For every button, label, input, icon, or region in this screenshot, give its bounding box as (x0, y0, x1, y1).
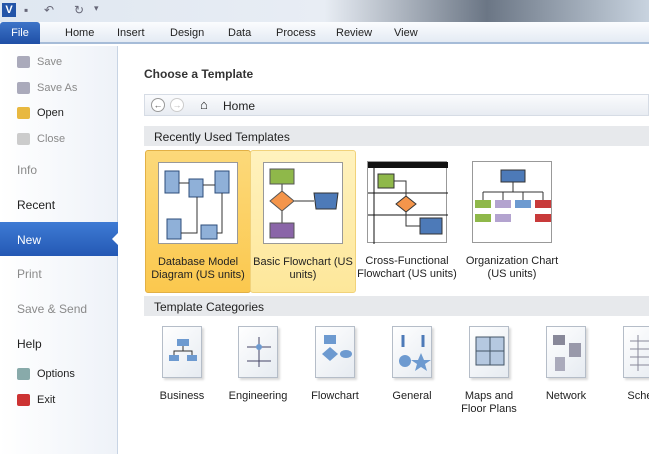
tab-view[interactable]: View (394, 27, 418, 39)
page-title: Choose a Template (144, 67, 254, 81)
recent-item[interactable]: Recent (17, 198, 55, 212)
maps-icon (469, 326, 509, 378)
template-panel: Choose a Template ← → ⌂ Home Recently Us… (119, 46, 649, 454)
template-nav-bar: ← → ⌂ Home (144, 94, 649, 116)
exit-label: Exit (37, 394, 56, 406)
backstage-sidebar: Save Save As Open Close Info Recent New … (0, 46, 119, 454)
title-bar: V ▪ ↶ ↻ ▾ (0, 0, 649, 22)
schedule-icon (623, 326, 649, 378)
new-item[interactable]: New (0, 222, 119, 256)
options-item[interactable]: Options (17, 368, 75, 380)
category-label: General (392, 390, 432, 402)
tab-home[interactable]: Home (65, 27, 94, 39)
save-item[interactable]: Save (17, 56, 63, 68)
recent-templates-header: Recently Used Templates (144, 126, 649, 146)
save-label: Save (37, 56, 63, 68)
category-label: Flowchart (311, 390, 359, 402)
close-item[interactable]: Close (17, 133, 66, 145)
category-engineering[interactable]: Engineering (220, 326, 296, 403)
close-label: Close (37, 133, 66, 145)
category-label: Network (545, 390, 587, 402)
visio-logo-icon: V (2, 3, 16, 17)
tab-process[interactable]: Process (276, 27, 316, 39)
ribbon-tabs: File Home Insert Design Data Process Rev… (0, 22, 649, 44)
cross-functional-thumbnail (367, 161, 448, 244)
tab-review[interactable]: Review (336, 27, 372, 39)
category-label: Sched (627, 390, 649, 402)
template-categories-header: Template Categories (144, 296, 649, 316)
exit-icon (17, 394, 30, 406)
save-send-item[interactable]: Save & Send (17, 302, 87, 316)
engineering-icon (238, 326, 278, 378)
category-schedule[interactable]: Sched (605, 326, 649, 403)
info-item[interactable]: Info (17, 163, 37, 177)
category-general[interactable]: General (374, 326, 450, 403)
org-chart-thumbnail (472, 161, 552, 243)
help-item[interactable]: Help (17, 337, 42, 351)
template-label: Cross-Functional Flowchart (US units) (357, 255, 457, 280)
print-item[interactable]: Print (17, 267, 42, 281)
options-label: Options (37, 368, 75, 380)
home-icon[interactable]: ⌂ (200, 97, 208, 112)
customize-toolbar-icon[interactable]: ▾ (94, 3, 108, 17)
template-basic-flowchart[interactable]: Basic Flowchart (US units) (250, 150, 356, 293)
category-network[interactable]: Network (528, 326, 604, 403)
template-label: Organization Chart (US units) (465, 255, 559, 280)
basic-flowchart-thumbnail (263, 162, 343, 244)
undo-icon[interactable]: ↶ (44, 3, 58, 17)
category-business[interactable]: Business (144, 326, 220, 403)
tab-data[interactable]: Data (228, 27, 251, 39)
close-file-icon (17, 133, 30, 145)
network-icon (546, 326, 586, 378)
folder-icon (17, 107, 30, 119)
category-label: Maps and Floor Plans (461, 390, 517, 415)
tab-design[interactable]: Design (170, 27, 204, 39)
tab-file[interactable]: File (0, 22, 40, 44)
category-maps-floor-plans[interactable]: Maps and Floor Plans (451, 326, 527, 416)
general-icon (392, 326, 432, 378)
save-as-item[interactable]: Save As (17, 82, 78, 94)
category-label: Business (159, 390, 205, 402)
template-database-model[interactable]: Database Model Diagram (US units) (145, 150, 251, 293)
save-as-icon (17, 82, 30, 94)
save-as-label: Save As (37, 82, 78, 94)
template-organization-chart[interactable]: Organization Chart (US units) (460, 150, 566, 293)
open-label: Open (37, 107, 64, 119)
category-flowchart[interactable]: Flowchart (297, 326, 373, 403)
business-icon (162, 326, 202, 378)
database-model-thumbnail (158, 162, 238, 244)
exit-item[interactable]: Exit (17, 394, 56, 406)
open-item[interactable]: Open (17, 107, 64, 119)
flowchart-icon (315, 326, 355, 378)
template-label: Basic Flowchart (US units) (253, 256, 353, 281)
redo-icon[interactable]: ↻ (74, 3, 88, 17)
tab-insert[interactable]: Insert (117, 27, 145, 39)
back-arrow-icon[interactable]: ← (151, 98, 165, 112)
forward-arrow-icon[interactable]: → (170, 98, 184, 112)
category-label: Engineering (228, 390, 288, 402)
save-icon[interactable]: ▪ (24, 3, 38, 17)
template-cross-functional-flowchart[interactable]: Cross-Functional Flowchart (US units) (355, 150, 461, 293)
save-icon (17, 56, 30, 68)
options-icon (17, 368, 30, 380)
nav-home-link[interactable]: Home (223, 99, 255, 113)
template-label: Database Model Diagram (US units) (151, 256, 245, 281)
